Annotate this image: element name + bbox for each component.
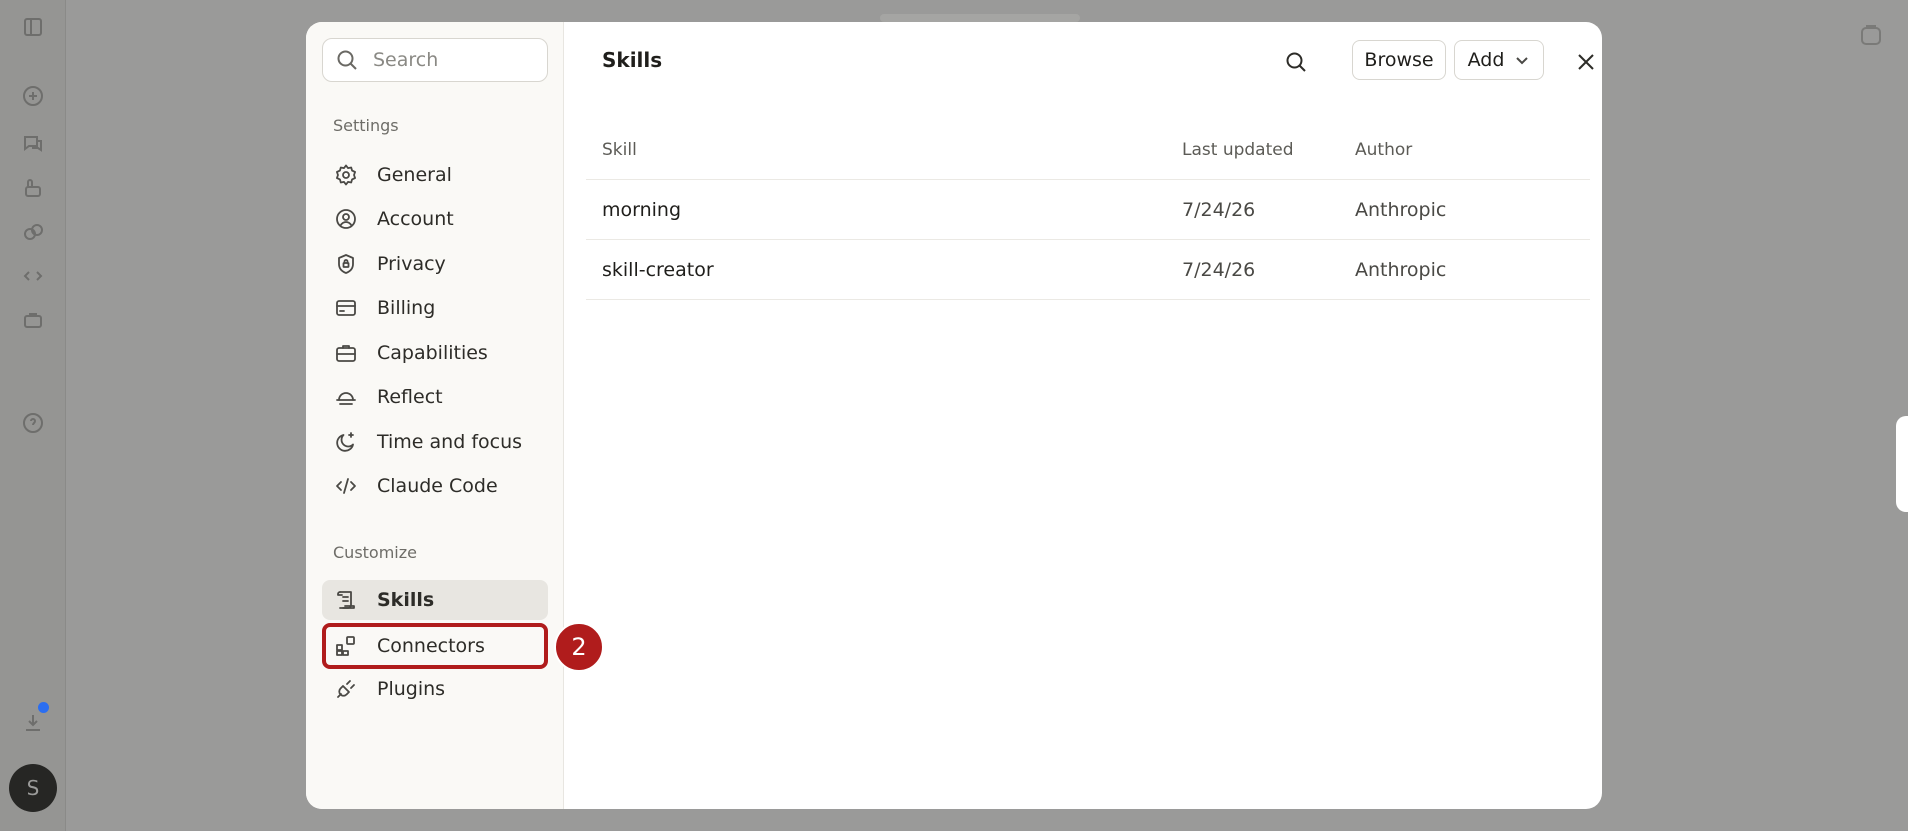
- close-button[interactable]: [1570, 46, 1602, 78]
- sidebar-item-label: Reflect: [377, 386, 443, 408]
- new-chat-icon[interactable]: [20, 83, 46, 109]
- notification-dot: [38, 702, 49, 713]
- search-input[interactable]: [373, 49, 533, 71]
- page-title: Skills: [602, 48, 663, 72]
- settings-modal: Settings General Account Privacy Billing…: [306, 22, 1602, 809]
- skill-name: morning: [602, 198, 682, 221]
- sidebar-item-label: Privacy: [377, 253, 446, 275]
- sidebar-item-label: Connectors: [377, 635, 485, 657]
- sidebar-item-label: Skills: [377, 589, 435, 611]
- sidebar-item-label: Account: [377, 208, 454, 230]
- sidebar-toggle-icon[interactable]: [20, 14, 46, 40]
- plug-icon: [337, 680, 355, 698]
- chats-icon[interactable]: [20, 130, 46, 156]
- table-row[interactable]: skill-creator 7/24/26 Anthropic: [586, 240, 1590, 300]
- background-side-tab: [1896, 416, 1908, 512]
- download-icon[interactable]: [20, 710, 46, 736]
- sidebar-item-reflect[interactable]: Reflect: [322, 377, 548, 417]
- customize-section-label: Customize: [333, 543, 417, 562]
- search-field[interactable]: [322, 38, 548, 82]
- skills-panel: Skills Browse Add Skill Last updated Aut…: [564, 22, 1602, 809]
- sidebar-item-plugins[interactable]: Plugins: [322, 669, 548, 709]
- chevron-down-icon: [1516, 57, 1529, 65]
- sidebar-item-connectors[interactable]: Connectors: [322, 623, 548, 669]
- sidebar-item-general[interactable]: General: [322, 155, 548, 195]
- browse-button[interactable]: Browse: [1352, 40, 1446, 80]
- background-title-bar: [880, 14, 1080, 22]
- background-account-icon: [1858, 22, 1884, 48]
- reflect-icon: [336, 392, 356, 405]
- column-header-skill[interactable]: Skill: [586, 140, 1182, 160]
- credit-card-icon: [336, 300, 356, 316]
- last-updated: 7/24/26: [1182, 258, 1256, 281]
- author: Anthropic: [1355, 198, 1447, 221]
- artifacts-icon[interactable]: [20, 219, 46, 245]
- search-skills-button[interactable]: [1280, 46, 1312, 78]
- code-icon: [336, 478, 356, 494]
- sidebar-item-label: Time and focus: [377, 431, 523, 453]
- last-updated: 7/24/26: [1182, 198, 1256, 221]
- sidebar-item-privacy[interactable]: Privacy: [322, 244, 548, 284]
- help-icon[interactable]: [20, 410, 46, 436]
- briefcase-icon: [336, 345, 356, 362]
- column-header-author[interactable]: Author: [1355, 140, 1585, 160]
- sidebar-item-skills[interactable]: Skills: [322, 580, 548, 620]
- avatar[interactable]: S: [9, 764, 57, 812]
- gear-icon: [336, 164, 356, 186]
- moon-sparkle-icon: [336, 432, 354, 452]
- author: Anthropic: [1355, 258, 1447, 281]
- sidebar-item-label: General: [377, 164, 452, 186]
- avatar-initial: S: [26, 776, 40, 800]
- search-icon: [1286, 52, 1306, 72]
- column-header-last-updated[interactable]: Last updated: [1182, 140, 1355, 160]
- sidebar-item-capabilities[interactable]: Capabilities: [322, 333, 548, 373]
- settings-section-label: Settings: [333, 116, 399, 135]
- blocks-icon: [336, 636, 355, 656]
- sidebar-item-time-and-focus[interactable]: Time and focus: [322, 422, 548, 462]
- scroll-icon: [337, 591, 355, 609]
- shield-lock-icon: [338, 254, 354, 274]
- sidebar-item-label: Capabilities: [377, 342, 488, 364]
- app-sidebar-rail: S: [0, 0, 66, 831]
- sidebar-item-account[interactable]: Account: [322, 199, 548, 239]
- table-row[interactable]: morning 7/24/26 Anthropic: [586, 180, 1590, 240]
- add-button[interactable]: Add: [1454, 40, 1544, 80]
- sidebar-item-label: Claude Code: [377, 475, 498, 497]
- settings-sidebar: Settings General Account Privacy Billing…: [306, 22, 604, 809]
- search-icon: [337, 50, 357, 70]
- sidebar-item-label: Plugins: [377, 678, 446, 700]
- briefcase-rail-icon[interactable]: [20, 307, 46, 333]
- code-rail-icon[interactable]: [20, 263, 46, 289]
- skills-table: Skill Last updated Author morning 7/24/2…: [586, 120, 1590, 300]
- user-circle-icon: [336, 209, 356, 229]
- table-header: Skill Last updated Author: [586, 120, 1590, 180]
- sidebar-item-billing[interactable]: Billing: [322, 288, 548, 328]
- close-icon: [1578, 54, 1594, 70]
- skill-name: skill-creator: [602, 258, 714, 281]
- add-button-label: Add: [1467, 49, 1505, 71]
- projects-icon[interactable]: [20, 175, 46, 201]
- sidebar-item-claude-code[interactable]: Claude Code: [322, 466, 548, 506]
- sidebar-item-label: Billing: [377, 297, 436, 319]
